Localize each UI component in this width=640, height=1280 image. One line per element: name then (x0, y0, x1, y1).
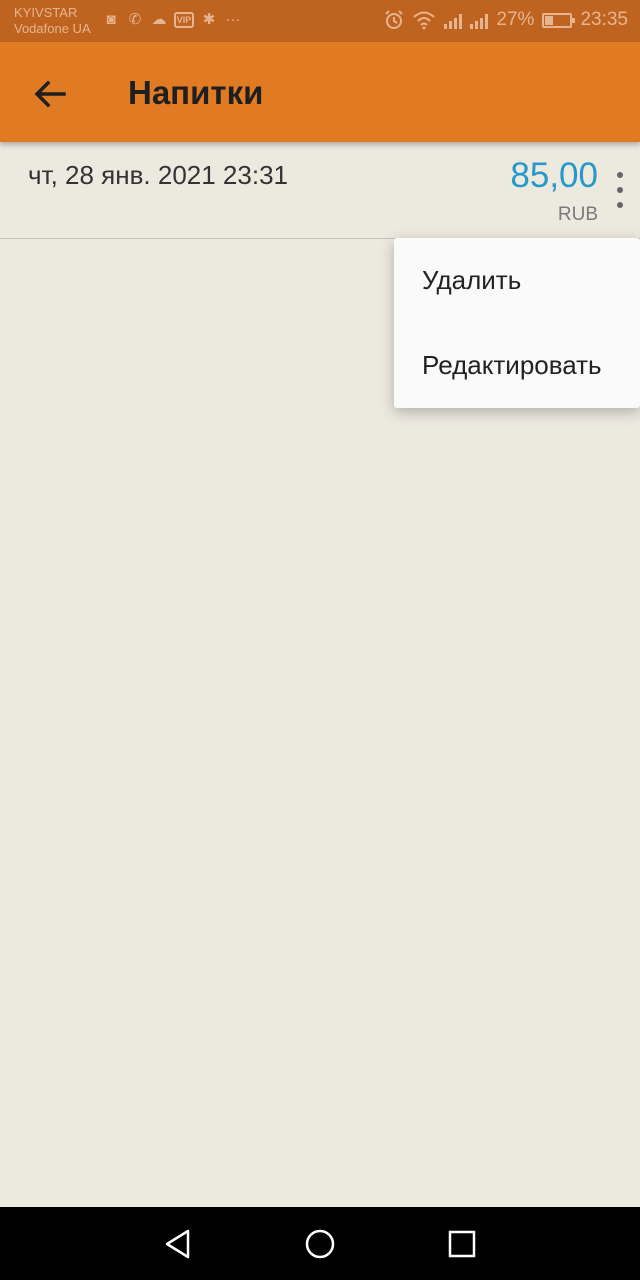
entry-date: чт, 28 янв. 2021 23:31 (28, 160, 288, 190)
signal-icon (470, 12, 489, 29)
signal-icon (444, 12, 463, 29)
battery-icon (542, 12, 576, 28)
notification-icons: ◙ ✆ ☁ VIP ✱ ··· (102, 11, 242, 29)
more-icon: ··· (225, 11, 241, 28)
carrier-names: KYIVSTAR Vodafone UA (14, 5, 91, 37)
more-vert-icon[interactable] (612, 172, 628, 208)
entry-currency: RUB (557, 204, 598, 225)
navigation-bar (0, 1207, 640, 1280)
cloud-icon: ☁ (151, 11, 167, 28)
nav-home-button[interactable] (302, 1226, 338, 1262)
viber-icon: ✆ (128, 11, 142, 28)
wifi-icon (413, 11, 436, 30)
recents-square-icon (448, 1230, 476, 1258)
alarm-icon (385, 10, 404, 29)
nav-back-button[interactable] (160, 1226, 196, 1262)
app-bar: Напитки (0, 42, 640, 142)
back-triangle-icon (165, 1229, 190, 1259)
entry-amount: 85,00 (510, 156, 598, 195)
system-status: 27% 23:35 (384, 9, 628, 31)
context-menu: Удалить Редактировать (394, 238, 640, 408)
home-circle-icon (305, 1229, 335, 1259)
carrier-2: Vodafone UA (14, 21, 91, 36)
battery-percent: 27% (496, 9, 535, 30)
arrow-left-icon (34, 80, 66, 108)
slack-icon: ✱ (202, 11, 216, 28)
menu-item-edit[interactable]: Редактировать (394, 323, 640, 408)
list-item[interactable]: чт, 28 янв. 2021 23:31 85,00 RUB (0, 142, 640, 239)
back-button[interactable] (26, 70, 74, 118)
vip-icon: VIP (174, 12, 194, 28)
page-title: Напитки (128, 74, 264, 111)
menu-item-delete[interactable]: Удалить (394, 238, 640, 323)
status-bar: KYIVSTAR Vodafone UA ◙ ✆ ☁ VIP ✱ ··· 27%… (0, 0, 640, 42)
notification-icon: ◙ (106, 11, 116, 28)
clock: 23:35 (580, 9, 628, 30)
nav-recents-button[interactable] (444, 1226, 480, 1262)
carrier-1: KYIVSTAR (14, 5, 78, 20)
